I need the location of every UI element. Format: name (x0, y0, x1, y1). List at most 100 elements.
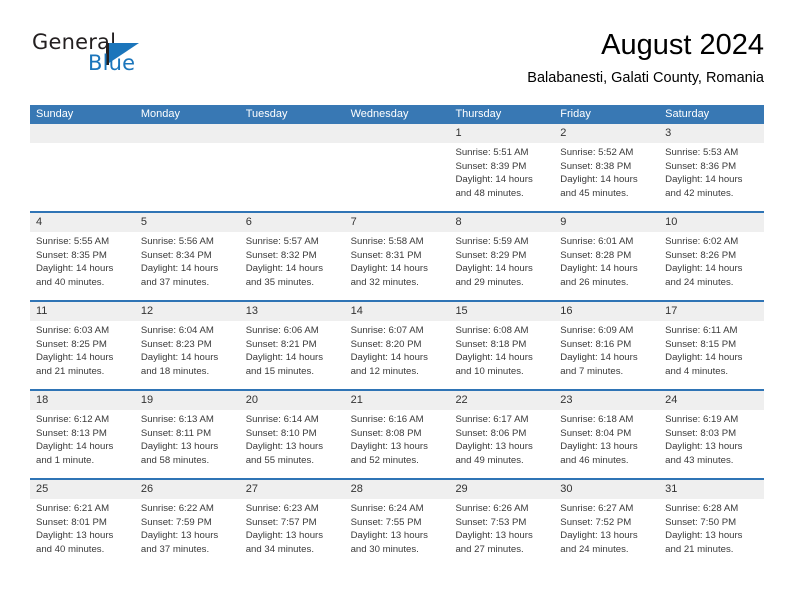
calendar-week-row: 11 12 13 14 15 16 17 Sunrise: 6:03 AM Sunset: 8:… (30, 300, 764, 389)
day-number[interactable]: 3 (659, 124, 764, 143)
day-detail-line: Sunset: 8:31 PM (350, 249, 422, 261)
day-detail-line: Sunset: 8:18 PM (455, 338, 527, 350)
day-cell[interactable]: Sunrise: 5:59 AM Sunset: 8:29 PM Daylight:… (449, 232, 554, 300)
day-number[interactable]: 12 (135, 302, 240, 321)
day-cell[interactable]: Sunrise: 6:02 AM Sunset: 8:26 PM Daylight:… (659, 232, 764, 300)
day-number[interactable]: 9 (554, 213, 659, 232)
day-number[interactable]: 26 (135, 480, 240, 499)
day-detail-line: Daylight: 13 hours (560, 441, 638, 453)
day-detail-line: Daylight: 13 hours (245, 530, 324, 542)
day-number[interactable]: 23 (554, 391, 659, 410)
day-cell[interactable]: Sunrise: 6:06 AM Sunset: 8:21 PM Daylight:… (240, 321, 345, 389)
day-number-band: 4 5 6 7 8 9 10 (30, 213, 764, 232)
day-cell[interactable]: Sunrise: 5:57 AM Sunset: 8:32 PM Daylight:… (240, 232, 345, 300)
day-number[interactable]: 7 (345, 213, 450, 232)
day-detail-line: and 37 minutes. (140, 543, 210, 555)
day-detail-line: Sunset: 8:20 PM (350, 338, 422, 350)
day-detail-line: Daylight: 14 hours (560, 174, 638, 186)
day-detail-line: and 46 minutes. (560, 454, 629, 466)
day-number[interactable]: 10 (659, 213, 764, 232)
day-number[interactable]: 31 (659, 480, 764, 499)
day-number[interactable]: 24 (659, 391, 764, 410)
day-detail-line: and 29 minutes. (455, 276, 524, 288)
general-blue-logo[interactable]: General Blue (30, 28, 230, 84)
day-cell[interactable]: Sunrise: 6:14 AM Sunset: 8:10 PM Daylight:… (240, 410, 345, 478)
weekday-header-saturday: Saturday (665, 108, 710, 120)
day-number[interactable]: 14 (345, 302, 450, 321)
day-number[interactable]: 1 (449, 124, 554, 143)
day-number[interactable]: 25 (30, 480, 135, 499)
day-number[interactable]: 28 (345, 480, 450, 499)
day-cell[interactable]: Sunrise: 6:19 AM Sunset: 8:03 PM Daylight:… (659, 410, 764, 478)
day-number[interactable]: 22 (449, 391, 554, 410)
day-number-empty (135, 124, 240, 143)
day-detail-line: and 7 minutes. (560, 365, 624, 377)
day-detail-line: Daylight: 13 hours (455, 530, 533, 542)
day-cell[interactable]: Sunrise: 6:04 AM Sunset: 8:23 PM Daylight:… (135, 321, 240, 389)
day-detail-line: Sunrise: 6:09 AM (560, 325, 634, 336)
day-cell[interactable]: Sunrise: 6:18 AM Sunset: 8:04 PM Daylight:… (554, 410, 659, 478)
day-cell[interactable]: Sunrise: 5:58 AM Sunset: 8:31 PM Daylight:… (345, 232, 450, 300)
day-cell[interactable]: Sunrise: 6:07 AM Sunset: 8:20 PM Daylight:… (345, 321, 450, 389)
day-number[interactable]: 5 (135, 213, 240, 232)
day-detail-line: Daylight: 14 hours (560, 263, 638, 275)
day-number[interactable]: 21 (345, 391, 450, 410)
day-cell[interactable]: Sunrise: 5:53 AM Sunset: 8:36 PM Daylight:… (659, 143, 764, 211)
day-number[interactable]: 30 (554, 480, 659, 499)
day-cell[interactable]: Sunrise: 5:52 AM Sunset: 8:38 PM Daylight:… (554, 143, 659, 211)
day-detail-line: Daylight: 14 hours (245, 263, 324, 275)
day-cell[interactable]: Sunrise: 6:12 AM Sunset: 8:13 PM Daylight:… (30, 410, 135, 478)
day-number[interactable]: 16 (554, 302, 659, 321)
day-cell[interactable]: Sunrise: 6:16 AM Sunset: 8:08 PM Daylight:… (345, 410, 450, 478)
day-detail-line: and 49 minutes. (455, 454, 524, 466)
day-cell[interactable]: Sunrise: 6:28 AM Sunset: 7:50 PM Daylight:… (659, 499, 764, 567)
day-detail-line: Sunset: 7:57 PM (245, 516, 317, 528)
day-number-empty (345, 124, 450, 143)
day-cell[interactable]: Sunrise: 6:11 AM Sunset: 8:15 PM Daylight:… (659, 321, 764, 389)
day-number[interactable]: 11 (30, 302, 135, 321)
day-detail-line: Sunrise: 5:56 AM (140, 236, 214, 247)
day-cell[interactable]: Sunrise: 6:01 AM Sunset: 8:28 PM Daylight:… (554, 232, 659, 300)
calendar-weeks: 1 2 3 Sunrise: 5:51 AM Sunset: 8:39 PM Daylig… (30, 124, 764, 567)
day-detail-line: Sunset: 8:29 PM (455, 249, 527, 261)
day-detail-line: Daylight: 14 hours (350, 352, 428, 364)
day-cell[interactable]: Sunrise: 6:21 AM Sunset: 8:01 PM Daylight:… (30, 499, 135, 567)
day-number[interactable]: 20 (240, 391, 345, 410)
day-details-band: Sunrise: 6:03 AM Sunset: 8:25 PM Daylight:… (30, 321, 764, 389)
day-detail-line: Sunset: 8:16 PM (560, 338, 632, 350)
day-detail-line: Daylight: 13 hours (140, 441, 219, 453)
day-cell[interactable]: Sunrise: 6:17 AM Sunset: 8:06 PM Daylight:… (449, 410, 554, 478)
day-cell[interactable]: Sunrise: 5:55 AM Sunset: 8:35 PM Daylight:… (30, 232, 135, 300)
day-cell[interactable]: Sunrise: 6:27 AM Sunset: 7:52 PM Daylight:… (554, 499, 659, 567)
day-cell[interactable]: Sunrise: 6:23 AM Sunset: 7:57 PM Daylight:… (240, 499, 345, 567)
day-cell[interactable]: Sunrise: 5:56 AM Sunset: 8:34 PM Daylight:… (135, 232, 240, 300)
day-detail-line: Daylight: 14 hours (36, 352, 114, 364)
day-number[interactable]: 29 (449, 480, 554, 499)
day-cell[interactable]: Sunrise: 6:03 AM Sunset: 8:25 PM Daylight:… (30, 321, 135, 389)
day-detail-line: Daylight: 14 hours (140, 263, 219, 275)
day-detail-line: Daylight: 13 hours (36, 530, 114, 542)
day-cell[interactable]: Sunrise: 6:22 AM Sunset: 7:59 PM Daylight:… (135, 499, 240, 567)
day-number[interactable]: 6 (240, 213, 345, 232)
day-cell[interactable]: Sunrise: 6:09 AM Sunset: 8:16 PM Daylight:… (554, 321, 659, 389)
day-cell[interactable]: Sunrise: 5:51 AM Sunset: 8:39 PM Daylight:… (449, 143, 554, 211)
day-number[interactable]: 19 (135, 391, 240, 410)
day-number[interactable]: 27 (240, 480, 345, 499)
day-cell[interactable]: Sunrise: 6:26 AM Sunset: 7:53 PM Daylight:… (449, 499, 554, 567)
day-number[interactable]: 17 (659, 302, 764, 321)
day-cell[interactable]: Sunrise: 6:13 AM Sunset: 8:11 PM Daylight:… (135, 410, 240, 478)
day-number-band: 11 12 13 14 15 16 17 (30, 302, 764, 321)
day-number[interactable]: 2 (554, 124, 659, 143)
day-detail-line: Daylight: 14 hours (665, 263, 743, 275)
day-cell[interactable]: Sunrise: 6:24 AM Sunset: 7:55 PM Daylight:… (345, 499, 450, 567)
day-detail-line: and 26 minutes. (560, 276, 629, 288)
day-number[interactable]: 4 (30, 213, 135, 232)
day-detail-line: and 55 minutes. (245, 454, 314, 466)
day-number[interactable]: 15 (449, 302, 554, 321)
day-detail-line: Sunrise: 6:13 AM (140, 414, 214, 425)
day-cell[interactable]: Sunrise: 6:08 AM Sunset: 8:18 PM Daylight:… (449, 321, 554, 389)
day-number[interactable]: 18 (30, 391, 135, 410)
calendar-week-row: 18 19 20 21 22 23 24 Sunrise: 6:12 AM Sunset: 8:… (30, 389, 764, 478)
day-number[interactable]: 8 (449, 213, 554, 232)
day-number[interactable]: 13 (240, 302, 345, 321)
